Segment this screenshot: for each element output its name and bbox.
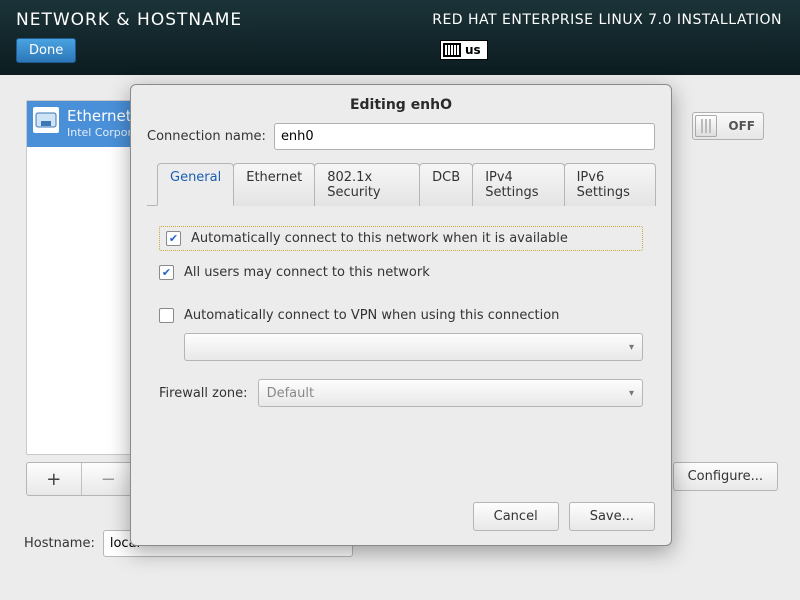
connection-name-label: Connection name: [147,129,266,144]
connection-name-input[interactable] [274,123,655,150]
auto-vpn-label: Automatically connect to VPN when using … [184,308,559,323]
tab-general[interactable]: General [157,163,234,206]
done-button[interactable]: Done [16,38,76,63]
auto-connect-label: Automatically connect to this network wh… [191,231,568,246]
tab-dcb[interactable]: DCB [419,163,473,206]
all-users-row[interactable]: All users may connect to this network [159,265,643,280]
remove-device-button[interactable]: − [82,463,136,495]
keyboard-icon [443,43,461,57]
auto-connect-row[interactable]: Automatically connect to this network wh… [159,226,643,251]
save-button[interactable]: Save... [569,502,655,531]
dialog-tabs: General Ethernet 802.1x Security DCB IPv… [147,162,655,206]
all-users-checkbox[interactable] [159,265,174,280]
tab-ethernet[interactable]: Ethernet [233,163,315,206]
tab-8021x-security[interactable]: 802.1x Security [314,163,420,206]
installer-header: NETWORK & HOSTNAME RED HAT ENTERPRISE LI… [0,0,800,75]
auto-vpn-checkbox[interactable] [159,308,174,323]
chevron-down-icon: ▾ [629,342,634,353]
keyboard-layout-text: us [465,43,481,57]
tab-panel-general: Automatically connect to this network wh… [147,206,655,480]
dialog-footer: Cancel Save... [131,492,671,545]
configure-button[interactable]: Configure... [673,462,778,491]
firewall-zone-row: Firewall zone: Default ▾ [159,379,643,407]
add-device-button[interactable]: + [27,463,82,495]
device-toolbar: + − [26,462,136,496]
firewall-zone-label: Firewall zone: [159,386,248,401]
ethernet-icon [33,107,59,133]
toggle-state: OFF [728,119,755,133]
keyboard-layout-indicator[interactable]: us [440,40,488,60]
firewall-zone-select[interactable]: Default ▾ [258,379,643,407]
dialog-title: Editing enhO [131,85,671,123]
auto-connect-checkbox[interactable] [166,231,181,246]
firewall-zone-value: Default [267,386,315,401]
hostname-label: Hostname: [24,536,95,551]
installer-title: RED HAT ENTERPRISE LINUX 7.0 INSTALLATIO… [432,12,782,28]
cancel-button[interactable]: Cancel [473,502,559,531]
vpn-select[interactable]: ▾ [184,333,643,361]
tab-ipv6-settings[interactable]: IPv6 Settings [564,163,656,206]
auto-vpn-row[interactable]: Automatically connect to VPN when using … [159,308,643,323]
chevron-down-icon: ▾ [629,388,634,399]
toggle-knob [695,115,717,137]
network-toggle[interactable]: OFF [692,112,764,140]
tab-ipv4-settings[interactable]: IPv4 Settings [472,163,564,206]
edit-connection-dialog: Editing enhO Connection name: General Et… [130,84,672,546]
page-title: NETWORK & HOSTNAME [16,10,242,30]
all-users-label: All users may connect to this network [184,265,430,280]
